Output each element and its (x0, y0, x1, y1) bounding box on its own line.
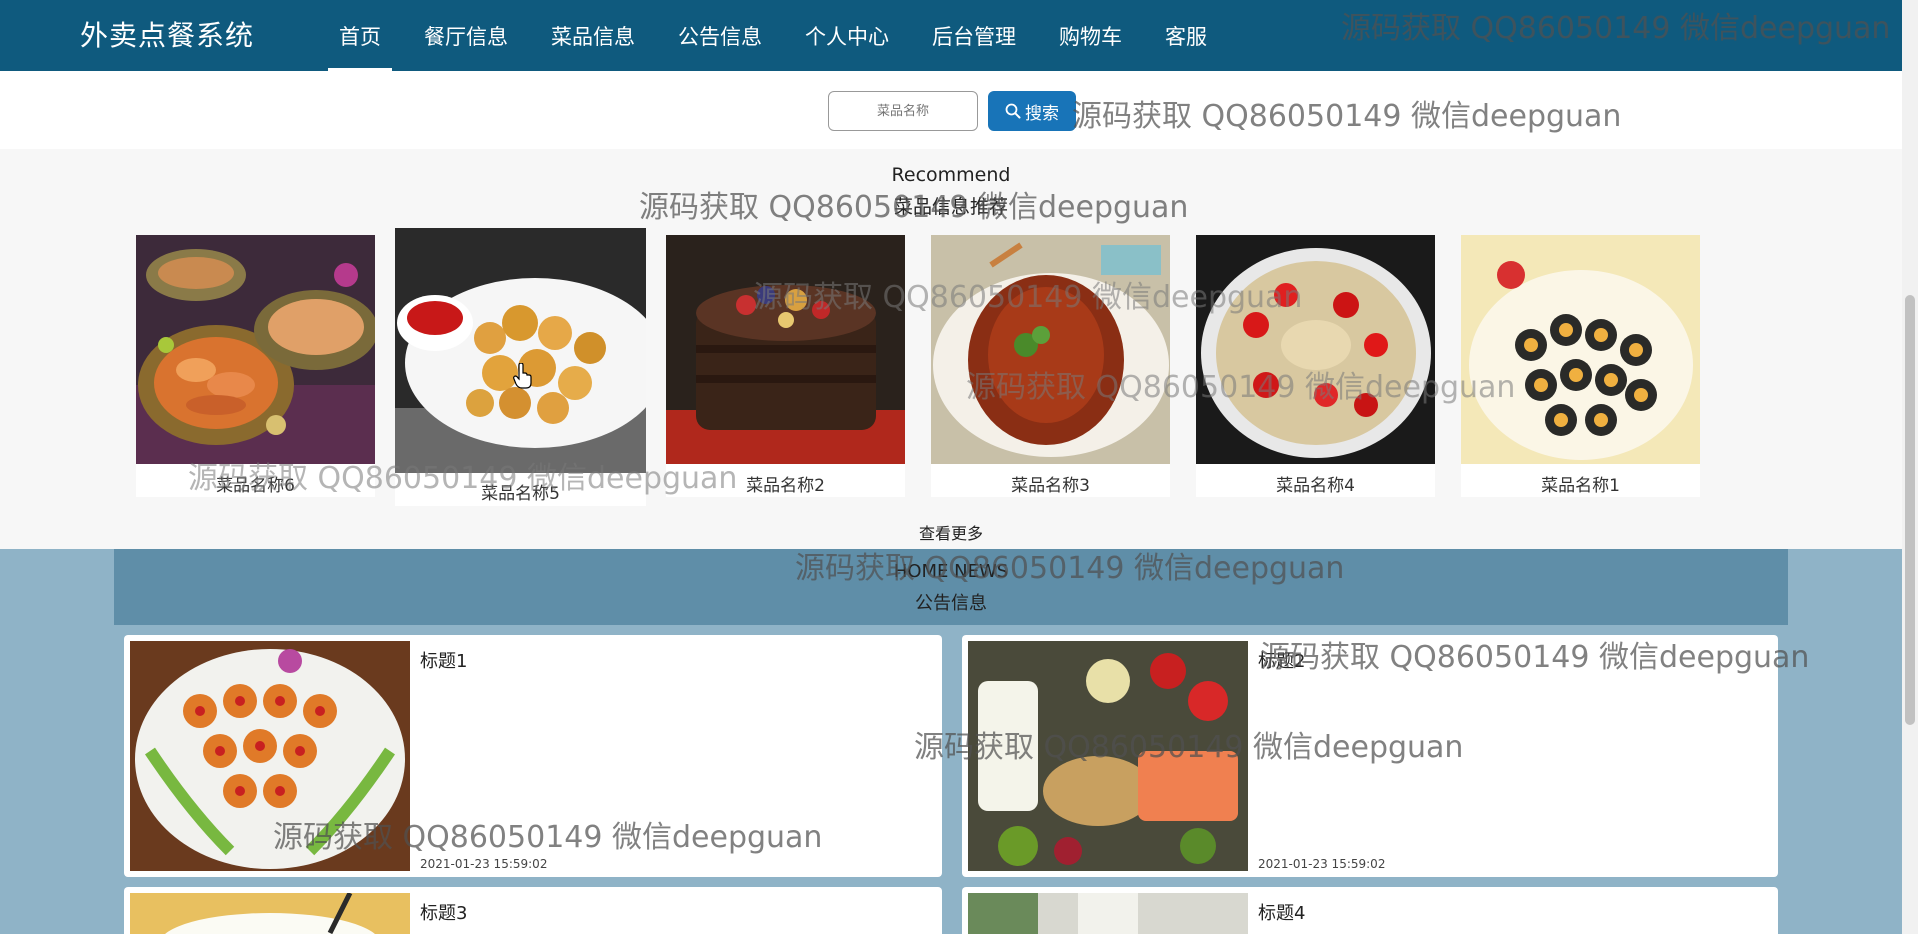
view-more-link[interactable]: 查看更多 (0, 520, 1902, 544)
news-date: 2021-01-23 15:59:02 (1258, 857, 1386, 871)
dish-name: 菜品名称2 (746, 476, 825, 496)
news-title-text[interactable]: 标题2 (1258, 647, 1305, 673)
search-button[interactable]: 搜索 (988, 91, 1076, 131)
nav-item-announcements[interactable]: 公告信息 (667, 0, 773, 71)
dish-card[interactable]: 菜品名称6 (136, 235, 375, 497)
nav-item-profile[interactable]: 个人中心 (794, 0, 900, 71)
dish-name: 菜品名称6 (216, 476, 295, 496)
search-input[interactable] (828, 91, 978, 131)
dish-image (931, 235, 1170, 464)
news-title-text[interactable]: 标题3 (420, 899, 467, 925)
nav-item-restaurant[interactable]: 餐厅信息 (413, 0, 519, 71)
dish-image (1196, 235, 1435, 464)
nav-menu: 首页 餐厅信息 菜品信息 公告信息 个人中心 后台管理 购物车 客服 (328, 0, 1239, 71)
news-title-text[interactable]: 标题4 (1258, 899, 1305, 925)
scrollbar-thumb[interactable] (1905, 295, 1915, 725)
news-title-en: HOME NEWS (893, 561, 1009, 582)
news-image (968, 641, 1248, 871)
nav-item-dishes[interactable]: 菜品信息 (540, 0, 646, 71)
dish-name: 菜品名称3 (1011, 476, 1090, 496)
site-title: 外卖点餐系统 (80, 19, 255, 52)
dish-name: 菜品名称4 (1276, 476, 1355, 496)
dish-image (1461, 235, 1700, 464)
news-title: 公告信息 (915, 593, 987, 614)
search-bar: 搜索 (0, 71, 1902, 149)
dish-name: 菜品名称1 (1541, 476, 1620, 496)
news-image (968, 893, 1248, 934)
news-card[interactable]: 标题4 (962, 887, 1778, 934)
news-card[interactable]: 标题1 2021-01-23 15:59:02 (124, 635, 942, 877)
dish-image (395, 228, 646, 473)
dish-card[interactable]: 菜品名称1 (1461, 235, 1700, 497)
recommend-title: 菜品信息推荐 (893, 196, 1008, 218)
recommend-title-en: Recommend (891, 164, 1011, 186)
news-header: HOME NEWS 公告信息 (114, 549, 1788, 625)
news-image (130, 893, 410, 934)
top-navbar: 外卖点餐系统 首页 餐厅信息 菜品信息 公告信息 个人中心 后台管理 购物车 客… (0, 0, 1902, 71)
news-title-text[interactable]: 标题1 (420, 647, 467, 673)
nav-item-service[interactable]: 客服 (1154, 0, 1218, 71)
dish-image (136, 235, 375, 464)
dish-card[interactable]: 菜品名称3 (931, 235, 1170, 497)
news-image (130, 641, 410, 871)
dish-image (666, 235, 905, 464)
page-scrollbar[interactable] (1902, 0, 1918, 934)
recommend-section: Recommend 菜品信息推荐 菜品名称6 菜品名称5 菜品名称2 菜品名称3… (0, 149, 1902, 549)
nav-item-home[interactable]: 首页 (328, 0, 392, 71)
news-section: HOME NEWS 公告信息 标题1 2021-01-23 15:59:02 标… (0, 549, 1902, 934)
search-icon (1005, 103, 1021, 119)
page-root: 外卖点餐系统 首页 餐厅信息 菜品信息 公告信息 个人中心 后台管理 购物车 客… (0, 0, 1918, 934)
dish-card[interactable]: 菜品名称2 (666, 235, 905, 497)
search-button-label: 搜索 (1025, 103, 1059, 124)
nav-item-admin[interactable]: 后台管理 (921, 0, 1027, 71)
dish-card[interactable]: 菜品名称4 (1196, 235, 1435, 497)
news-card[interactable]: 标题2 2021-01-23 15:59:02 (962, 635, 1778, 877)
news-date: 2021-01-23 15:59:02 (420, 857, 548, 871)
news-card[interactable]: 标题3 (124, 887, 942, 934)
hand-cursor-icon (513, 363, 532, 389)
dish-name: 菜品名称5 (481, 484, 560, 504)
nav-item-cart[interactable]: 购物车 (1048, 0, 1133, 71)
